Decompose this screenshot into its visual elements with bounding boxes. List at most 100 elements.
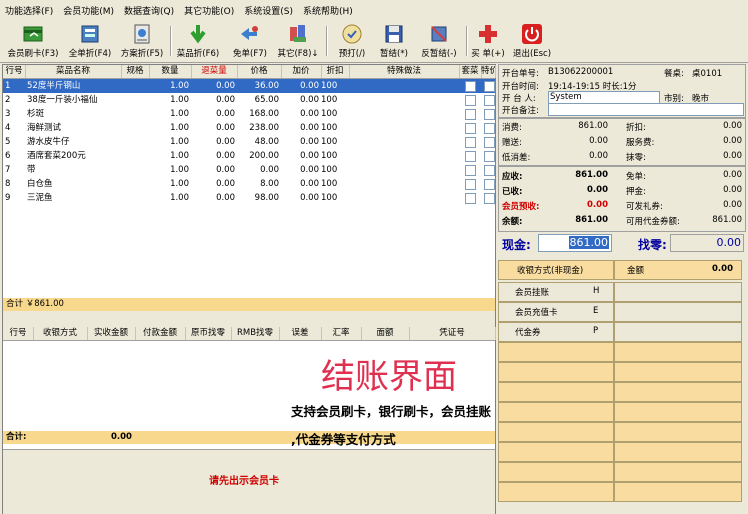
menu-help[interactable]: 系统帮助(H) [298, 4, 358, 17]
member-card-button[interactable]: 会员刷卡(F3) [4, 22, 62, 60]
cell-qty: 1.00 [170, 81, 189, 91]
cash-input[interactable]: 861.00 [538, 234, 612, 252]
table-row[interactable]: 5 游水皮牛仔 1.00 0.00 48.00 0.00 100 [3, 135, 495, 149]
summary-value: 861.00 [575, 215, 608, 225]
menu-other[interactable]: 其它功能(O) [179, 4, 239, 17]
temp-settle-button[interactable]: 暂结(*) [374, 22, 414, 60]
paymethod-amount-cell[interactable] [614, 462, 742, 482]
paymethod-row[interactable] [498, 342, 614, 362]
combo-checkbox[interactable] [465, 95, 476, 106]
menu-settings[interactable]: 系统设置(S) [239, 4, 298, 17]
amount-header-value: 0.00 [712, 264, 733, 274]
paymethod-amount-cell[interactable] [614, 322, 742, 342]
exit-button[interactable]: 退出(Esc) [510, 22, 554, 60]
special-price-checkbox[interactable] [484, 123, 495, 134]
summary-label2: 免单: [626, 172, 646, 182]
settlement-pane: 开台单号: B13062200001 餐桌: 桌0101 开台时间: 19:14… [496, 64, 748, 514]
cell-price: 200.00 [249, 151, 279, 161]
free-order-button[interactable]: 免单(F7) [228, 22, 272, 60]
paymethod-row[interactable] [498, 402, 614, 422]
discount-all-icon [79, 23, 101, 45]
pcol-error: 误差 [279, 327, 322, 340]
cell-disc: 100 [321, 151, 338, 161]
preprint-button[interactable]: 预打(/) [332, 22, 372, 60]
special-price-checkbox[interactable] [484, 165, 495, 176]
reverse-settle-button[interactable]: 反暂结(-) [416, 22, 462, 60]
cell-add: 0.00 [300, 81, 319, 91]
cell-ret: 0.00 [216, 179, 235, 189]
table-row[interactable]: 1 52度半斤钢山 1.00 0.00 36.00 0.00 100 [3, 79, 495, 93]
cell-special [349, 107, 457, 121]
paymethod-row[interactable]: 代金券 P [498, 322, 614, 342]
paymethod-amount-cell[interactable] [614, 442, 742, 462]
paymethod-row[interactable]: 会员充值卡 E [498, 302, 614, 322]
cell-no: 9 [5, 193, 11, 203]
table-row[interactable]: 2 38度一斤装小福仙 1.00 0.00 65.00 0.00 100 [3, 93, 495, 107]
col-add-price: 加价 [281, 65, 322, 78]
combo-checkbox[interactable] [465, 137, 476, 148]
summary-value: 0.00 [587, 185, 608, 195]
paymethod-amount-cell[interactable] [614, 342, 742, 362]
col-special: 特殊做法 [349, 65, 460, 78]
combo-checkbox[interactable] [465, 193, 476, 204]
paymethod-amount-cell[interactable] [614, 402, 742, 422]
cell-spec [121, 163, 149, 177]
cell-price: 8.00 [260, 179, 279, 189]
menu-query[interactable]: 数据查询(Q) [119, 4, 179, 17]
summary-value2: 0.00 [723, 151, 742, 161]
menu-member[interactable]: 会员功能(M) [58, 4, 119, 17]
paymethod-shortcut: P [593, 326, 599, 336]
change-label: 找零: [638, 238, 667, 252]
cell-special [349, 149, 457, 163]
cell-name: 杉斑 [27, 109, 45, 119]
table-row[interactable]: 9 三泥鱼 1.00 0.00 98.00 0.00 100 [3, 191, 495, 205]
paymethod-row[interactable] [498, 382, 614, 402]
combo-checkbox[interactable] [465, 109, 476, 120]
discount-all-button[interactable]: 全单折(F4) [64, 22, 116, 60]
table-row[interactable]: 6 酒席套菜200元 1.00 0.00 200.00 0.00 100 [3, 149, 495, 163]
combo-checkbox[interactable] [465, 179, 476, 190]
special-price-checkbox[interactable] [484, 81, 495, 92]
table-no-label: 开台单号: [502, 69, 539, 79]
note-field[interactable] [548, 103, 744, 116]
table-row[interactable]: 7 带 1.00 0.00 0.00 0.00 100 [3, 163, 495, 177]
paymethod-row[interactable] [498, 482, 614, 502]
paymethod-row[interactable]: 会员挂账 H [498, 282, 614, 302]
paymethod-amount-cell[interactable] [614, 302, 742, 322]
dish-discount-button[interactable]: 菜品折(F6) [174, 22, 222, 60]
paymethod-row[interactable] [498, 462, 614, 482]
cell-disc: 100 [321, 193, 338, 203]
special-price-checkbox[interactable] [484, 109, 495, 120]
cell-disc: 100 [321, 81, 338, 91]
table-row[interactable]: 8 白仓鱼 1.00 0.00 8.00 0.00 100 [3, 177, 495, 191]
paymethod-row[interactable] [498, 422, 614, 442]
combo-checkbox[interactable] [465, 151, 476, 162]
other-button[interactable]: 其它(F8)↓ [274, 22, 322, 60]
plan-discount-button[interactable]: 方案折(F5) [118, 22, 166, 60]
table-row[interactable]: 3 杉斑 1.00 0.00 168.00 0.00 100 [3, 107, 495, 121]
cell-spec [121, 191, 149, 205]
cell-no: 7 [5, 165, 11, 175]
combo-checkbox[interactable] [465, 123, 476, 134]
combo-checkbox[interactable] [465, 81, 476, 92]
paymethod-amount-cell[interactable] [614, 362, 742, 382]
combo-checkbox[interactable] [465, 165, 476, 176]
menu-function[interactable]: 功能选择(F) [0, 4, 58, 17]
paymethod-amount-cell[interactable] [614, 282, 742, 302]
special-price-checkbox[interactable] [484, 179, 495, 190]
paymethod-amount-cell[interactable] [614, 422, 742, 442]
special-price-checkbox[interactable] [484, 151, 495, 162]
paymethod-amount-cell[interactable] [614, 482, 742, 502]
paymethod-row[interactable] [498, 362, 614, 382]
special-price-checkbox[interactable] [484, 137, 495, 148]
paymethod-row[interactable] [498, 442, 614, 462]
cell-price: 65.00 [254, 95, 279, 105]
pcol-change: 原币找零 [185, 327, 232, 340]
paymethod-amount-cell[interactable] [614, 382, 742, 402]
cell-add: 0.00 [300, 137, 319, 147]
special-price-checkbox[interactable] [484, 193, 495, 204]
special-price-checkbox[interactable] [484, 95, 495, 106]
table-row[interactable]: 4 海鲜测试 1.00 0.00 238.00 0.00 100 [3, 121, 495, 135]
checkout-button[interactable]: 买 单(+) [468, 22, 508, 60]
cell-name: 带 [27, 165, 36, 175]
